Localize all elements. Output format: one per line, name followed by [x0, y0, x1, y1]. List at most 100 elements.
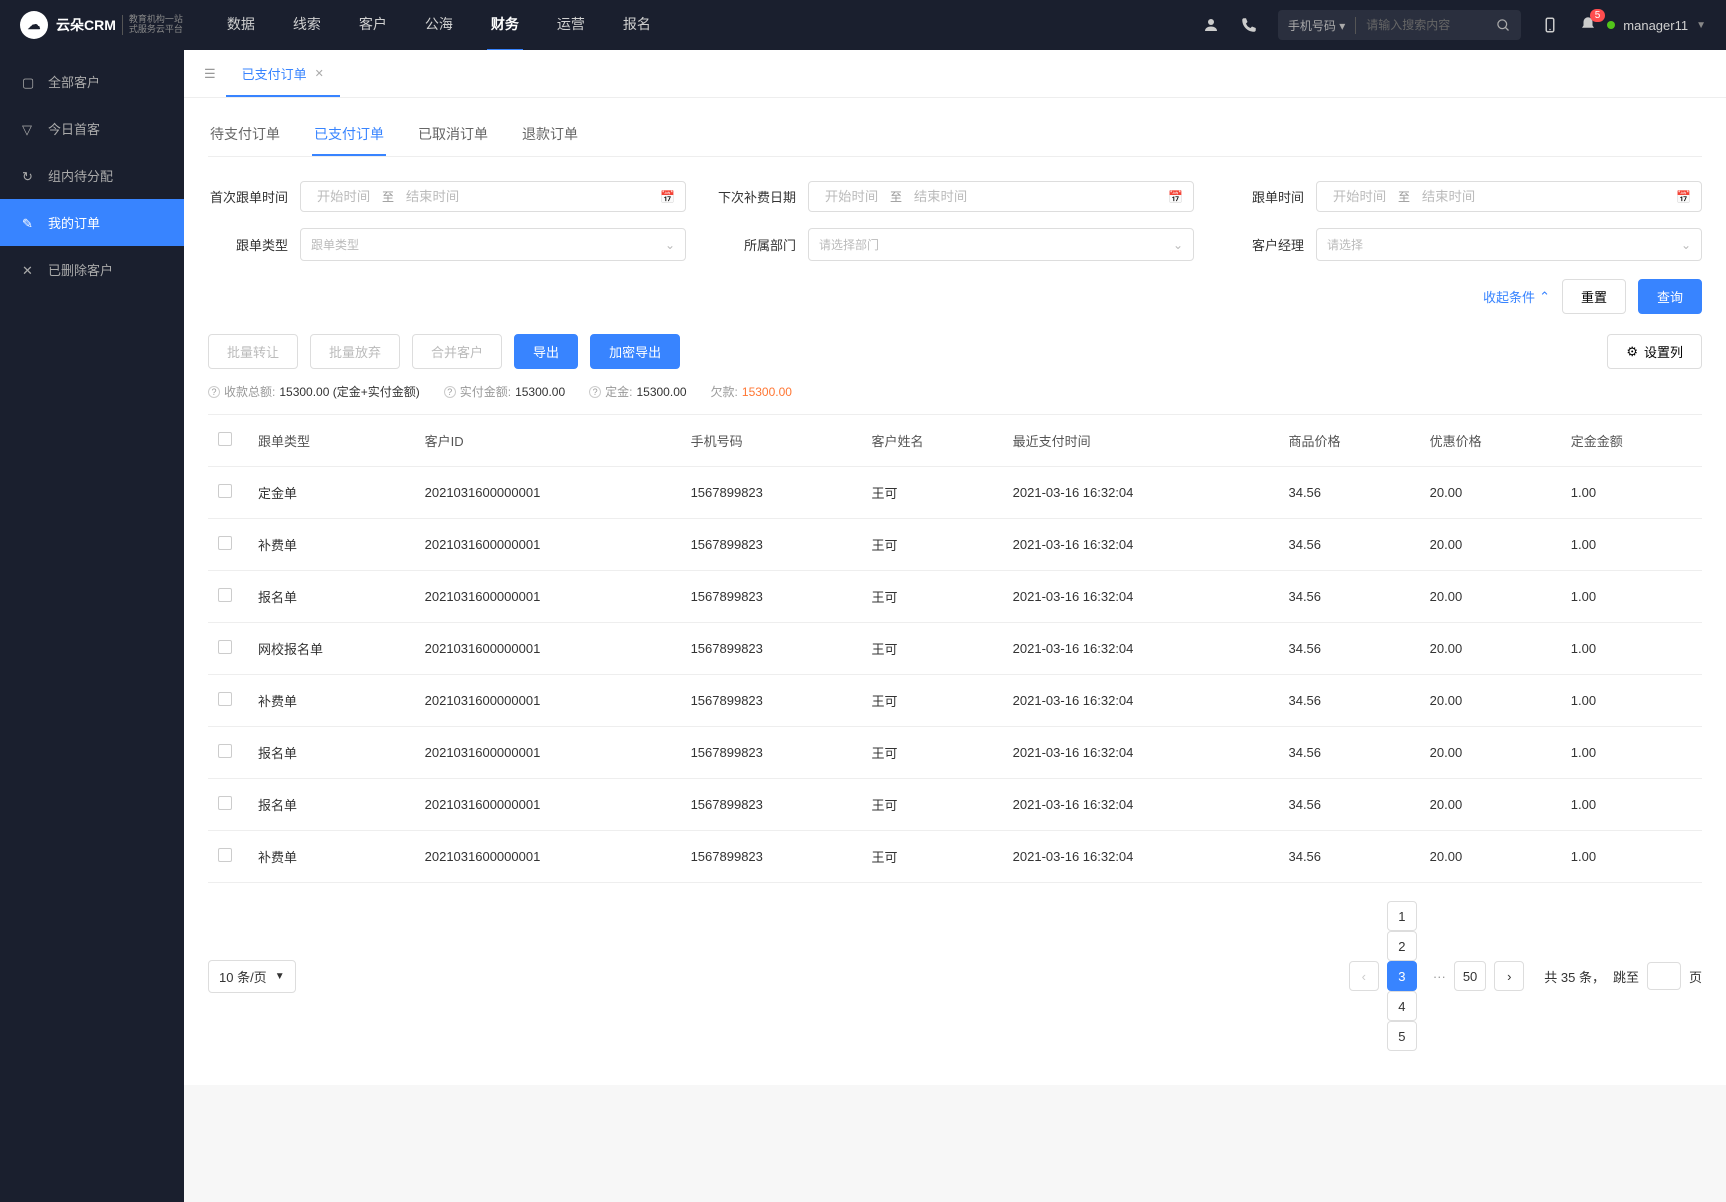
- top-nav-item[interactable]: 公海: [421, 0, 457, 51]
- pagination: 10 条/页▼ ‹ 12345 ··· 50 › 共 35 条， 跳至 页: [208, 883, 1702, 1069]
- cell-name: 王可: [862, 675, 1003, 727]
- merge-customer-button[interactable]: 合并客户: [412, 334, 502, 369]
- manager-select[interactable]: 请选择⌄: [1316, 228, 1702, 261]
- page-tab-paid-orders[interactable]: 已支付订单 ✕: [226, 50, 340, 97]
- next-page-button[interactable]: ›: [1494, 961, 1524, 991]
- end-date-input[interactable]: [400, 189, 465, 204]
- collapse-sidebar-icon[interactable]: ☰: [194, 56, 226, 92]
- page-number-button[interactable]: 3: [1387, 961, 1417, 991]
- table-header: 商品价格: [1278, 415, 1419, 467]
- table-row[interactable]: 网校报名单20210316000000011567899823王可2021-03…: [208, 623, 1702, 675]
- follow-time-date-range[interactable]: 至 📅: [1316, 181, 1702, 212]
- help-icon[interactable]: ?: [208, 386, 220, 398]
- page-number-button[interactable]: 5: [1387, 1021, 1417, 1051]
- page-number-button[interactable]: 2: [1387, 931, 1417, 961]
- row-checkbox[interactable]: [218, 692, 232, 706]
- cell-time: 2021-03-16 16:32:04: [1003, 623, 1279, 675]
- row-checkbox[interactable]: [218, 848, 232, 862]
- last-page-button[interactable]: 50: [1454, 961, 1486, 991]
- help-icon[interactable]: ?: [589, 386, 601, 398]
- sub-tab[interactable]: 退款订单: [520, 114, 580, 156]
- cell-price: 34.56: [1278, 519, 1419, 571]
- search-button[interactable]: 查询: [1638, 279, 1702, 314]
- department-select[interactable]: 请选择部门⌄: [808, 228, 1194, 261]
- cell-type: 补费单: [248, 519, 415, 571]
- cell-phone: 1567899823: [681, 727, 862, 779]
- page-number-button[interactable]: 4: [1387, 991, 1417, 1021]
- top-nav-item[interactable]: 报名: [619, 0, 655, 51]
- calendar-icon: 📅: [660, 190, 675, 204]
- table-row[interactable]: 补费单20210316000000011567899823王可2021-03-1…: [208, 675, 1702, 727]
- start-date-input[interactable]: [819, 189, 884, 204]
- set-columns-button[interactable]: ⚙ 设置列: [1607, 334, 1702, 369]
- sub-tab[interactable]: 待支付订单: [208, 114, 282, 156]
- page-size-select[interactable]: 10 条/页▼: [208, 960, 296, 993]
- table-row[interactable]: 补费单20210316000000011567899823王可2021-03-1…: [208, 519, 1702, 571]
- cell-id: 2021031600000001: [415, 623, 681, 675]
- sidebar-item[interactable]: ✎我的订单: [0, 199, 184, 246]
- cell-phone: 1567899823: [681, 571, 862, 623]
- batch-transfer-button[interactable]: 批量转让: [208, 334, 298, 369]
- row-checkbox[interactable]: [218, 796, 232, 810]
- logo[interactable]: ☁ 云朵CRM 教育机构一站 式服务云平台: [20, 11, 183, 39]
- search-type-select[interactable]: 手机号码 ▾: [1288, 17, 1356, 34]
- top-nav-item[interactable]: 客户: [355, 0, 391, 51]
- phone-icon[interactable]: [1240, 16, 1258, 34]
- select-all-checkbox[interactable]: [218, 432, 232, 446]
- close-icon[interactable]: ✕: [315, 67, 324, 80]
- table-row[interactable]: 报名单20210316000000011567899823王可2021-03-1…: [208, 779, 1702, 831]
- page-number-button[interactable]: 1: [1387, 901, 1417, 931]
- sidebar-item[interactable]: ↻组内待分配: [0, 152, 184, 199]
- page-tabs: ☰ 已支付订单 ✕: [184, 50, 1726, 98]
- follow-type-select[interactable]: 跟单类型⌄: [300, 228, 686, 261]
- sidebar-item-icon: ▽: [22, 122, 36, 136]
- reset-button[interactable]: 重置: [1562, 279, 1626, 314]
- start-date-input[interactable]: [1327, 189, 1392, 204]
- search-icon[interactable]: [1496, 18, 1511, 33]
- row-checkbox[interactable]: [218, 588, 232, 602]
- top-nav-item[interactable]: 财务: [487, 0, 523, 51]
- cell-deposit: 1.00: [1561, 727, 1702, 779]
- row-checkbox[interactable]: [218, 536, 232, 550]
- cell-discount: 20.00: [1420, 571, 1561, 623]
- top-nav: 数据线索客户公海财务运营报名: [223, 0, 1202, 51]
- mobile-icon[interactable]: [1541, 16, 1559, 34]
- table-row[interactable]: 定金单20210316000000011567899823王可2021-03-1…: [208, 467, 1702, 519]
- search-input[interactable]: [1356, 14, 1496, 36]
- user-menu[interactable]: manager11 ▼: [1607, 18, 1706, 33]
- sub-tab[interactable]: 已支付订单: [312, 114, 386, 156]
- sidebar-item[interactable]: ▽今日首客: [0, 105, 184, 152]
- start-date-input[interactable]: [311, 189, 376, 204]
- top-nav-item[interactable]: 运营: [553, 0, 589, 51]
- end-date-input[interactable]: [1416, 189, 1481, 204]
- row-checkbox[interactable]: [218, 744, 232, 758]
- sidebar-item-label: 全部客户: [48, 72, 100, 91]
- user-icon[interactable]: [1202, 16, 1220, 34]
- row-checkbox[interactable]: [218, 640, 232, 654]
- help-icon[interactable]: ?: [444, 386, 456, 398]
- table-row[interactable]: 报名单20210316000000011567899823王可2021-03-1…: [208, 571, 1702, 623]
- notification-bell[interactable]: 5: [1579, 15, 1597, 36]
- cell-name: 王可: [862, 467, 1003, 519]
- sidebar-item[interactable]: ▢全部客户: [0, 58, 184, 105]
- next-fee-date-range[interactable]: 至 📅: [808, 181, 1194, 212]
- collapse-filter-link[interactable]: 收起条件 ⌃: [1483, 287, 1550, 306]
- top-nav-item[interactable]: 线索: [289, 0, 325, 51]
- jump-page-input[interactable]: [1647, 962, 1681, 990]
- top-nav-item[interactable]: 数据: [223, 0, 259, 51]
- batch-abandon-button[interactable]: 批量放弃: [310, 334, 400, 369]
- first-follow-date-range[interactable]: 至 📅: [300, 181, 686, 212]
- export-button[interactable]: 导出: [514, 334, 578, 369]
- sub-tab[interactable]: 已取消订单: [416, 114, 490, 156]
- table-row[interactable]: 报名单20210316000000011567899823王可2021-03-1…: [208, 727, 1702, 779]
- prev-page-button[interactable]: ‹: [1349, 961, 1379, 991]
- row-checkbox[interactable]: [218, 484, 232, 498]
- cell-discount: 20.00: [1420, 467, 1561, 519]
- sidebar-item[interactable]: ✕已删除客户: [0, 246, 184, 293]
- main-content: ☰ 已支付订单 ✕ 待支付订单已支付订单已取消订单退款订单 首次跟单时间 至 📅: [184, 50, 1726, 1202]
- encrypt-export-button[interactable]: 加密导出: [590, 334, 680, 369]
- logo-text: 云朵CRM: [56, 15, 116, 35]
- end-date-input[interactable]: [908, 189, 973, 204]
- table-row[interactable]: 补费单20210316000000011567899823王可2021-03-1…: [208, 831, 1702, 883]
- cell-price: 34.56: [1278, 675, 1419, 727]
